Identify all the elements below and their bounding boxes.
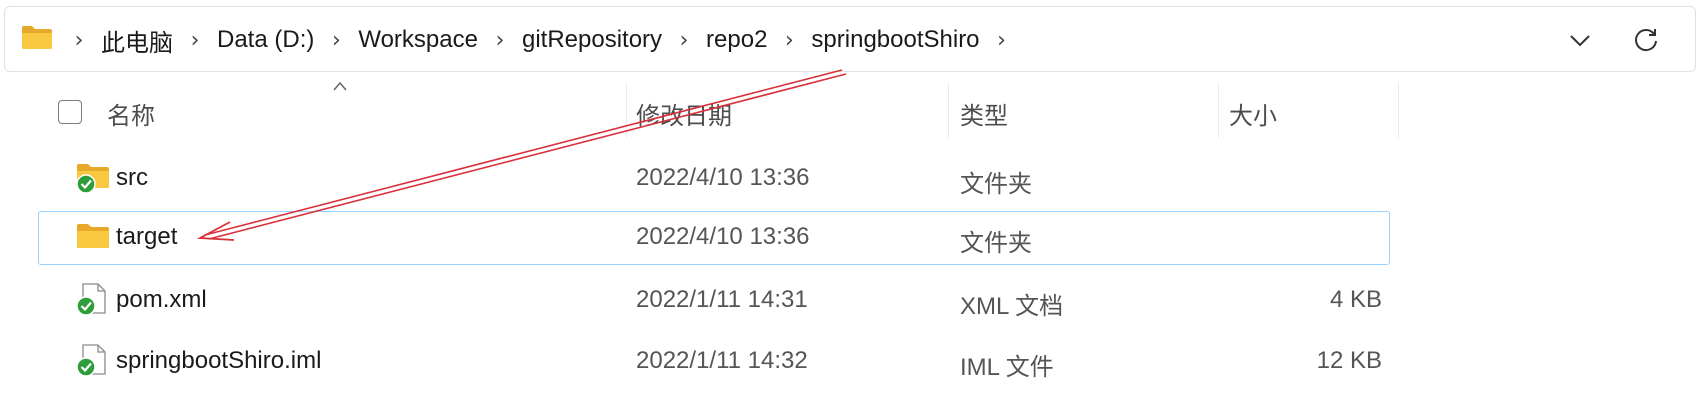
file-type: 文件夹 (960, 230, 1032, 257)
column-header-size[interactable]: 大小 (1229, 96, 1277, 131)
column-divider[interactable] (626, 82, 627, 138)
file-size: 12 KB (1316, 347, 1382, 374)
column-divider[interactable] (1218, 82, 1219, 138)
file-synced-icon (76, 283, 106, 316)
breadcrumb-this-pc[interactable]: 此电脑 (97, 23, 177, 58)
breadcrumb-separator[interactable]: › (666, 28, 702, 53)
file-type: 文件夹 (960, 171, 1032, 198)
breadcrumb-gitrepository[interactable]: gitRepository (518, 26, 666, 54)
file-type: IML 文件 (960, 354, 1054, 381)
sort-ascending-icon (333, 81, 347, 91)
folder-icon (22, 26, 52, 49)
breadcrumb-separator[interactable]: › (177, 28, 213, 53)
file-modified: 2022/1/11 14:32 (636, 347, 808, 374)
breadcrumb-springbootshiro[interactable]: springbootShiro (807, 26, 983, 54)
address-bar[interactable]: › 此电脑 › Data (D:) › Workspace › gitRepos… (4, 6, 1696, 72)
breadcrumb-separator[interactable]: › (984, 28, 1020, 53)
column-divider[interactable] (1398, 82, 1399, 138)
file-modified: 2022/4/10 13:36 (636, 164, 810, 191)
folder-icon (77, 224, 109, 248)
chevron-down-icon[interactable] (1565, 25, 1595, 55)
file-row[interactable]: springbootShiro.iml 2022/1/11 14:32 IML … (38, 335, 1390, 389)
breadcrumb-repo2[interactable]: repo2 (702, 26, 771, 54)
file-size: 4 KB (1329, 286, 1382, 313)
breadcrumb-separator[interactable]: › (482, 28, 518, 53)
file-modified: 2022/1/11 14:31 (636, 286, 808, 313)
column-header-modified[interactable]: 修改日期 (636, 96, 732, 131)
breadcrumb-workspace[interactable]: Workspace (354, 26, 482, 54)
folder-synced-icon (76, 164, 109, 194)
file-row[interactable]: pom.xml 2022/1/11 14:31 XML 文档 4 KB (38, 274, 1390, 328)
column-header-name[interactable]: 名称 (107, 96, 155, 131)
select-all-checkbox[interactable] (58, 100, 82, 124)
breadcrumb-separator[interactable]: › (318, 28, 354, 53)
file-name[interactable]: src (116, 164, 148, 192)
file-name[interactable]: pom.xml (116, 286, 207, 314)
file-name[interactable]: target (116, 223, 177, 251)
file-row[interactable]: src 2022/4/10 13:36 文件夹 (38, 152, 1390, 206)
breadcrumb-separator[interactable]: › (771, 28, 807, 53)
file-name[interactable]: springbootShiro.iml (116, 347, 321, 375)
file-modified: 2022/4/10 13:36 (636, 223, 810, 250)
breadcrumb: › 此电脑 › Data (D:) › Workspace › gitRepos… (61, 7, 1020, 73)
breadcrumb-data-drive[interactable]: Data (D:) (213, 26, 318, 54)
file-type: XML 文档 (960, 293, 1064, 320)
refresh-icon[interactable] (1631, 25, 1661, 55)
column-header (0, 80, 1701, 142)
breadcrumb-separator[interactable]: › (61, 28, 97, 53)
column-divider[interactable] (948, 82, 949, 138)
column-header-type[interactable]: 类型 (960, 96, 1008, 131)
file-row-selected[interactable]: target 2022/4/10 13:36 文件夹 (38, 211, 1390, 265)
file-synced-icon (76, 344, 106, 377)
